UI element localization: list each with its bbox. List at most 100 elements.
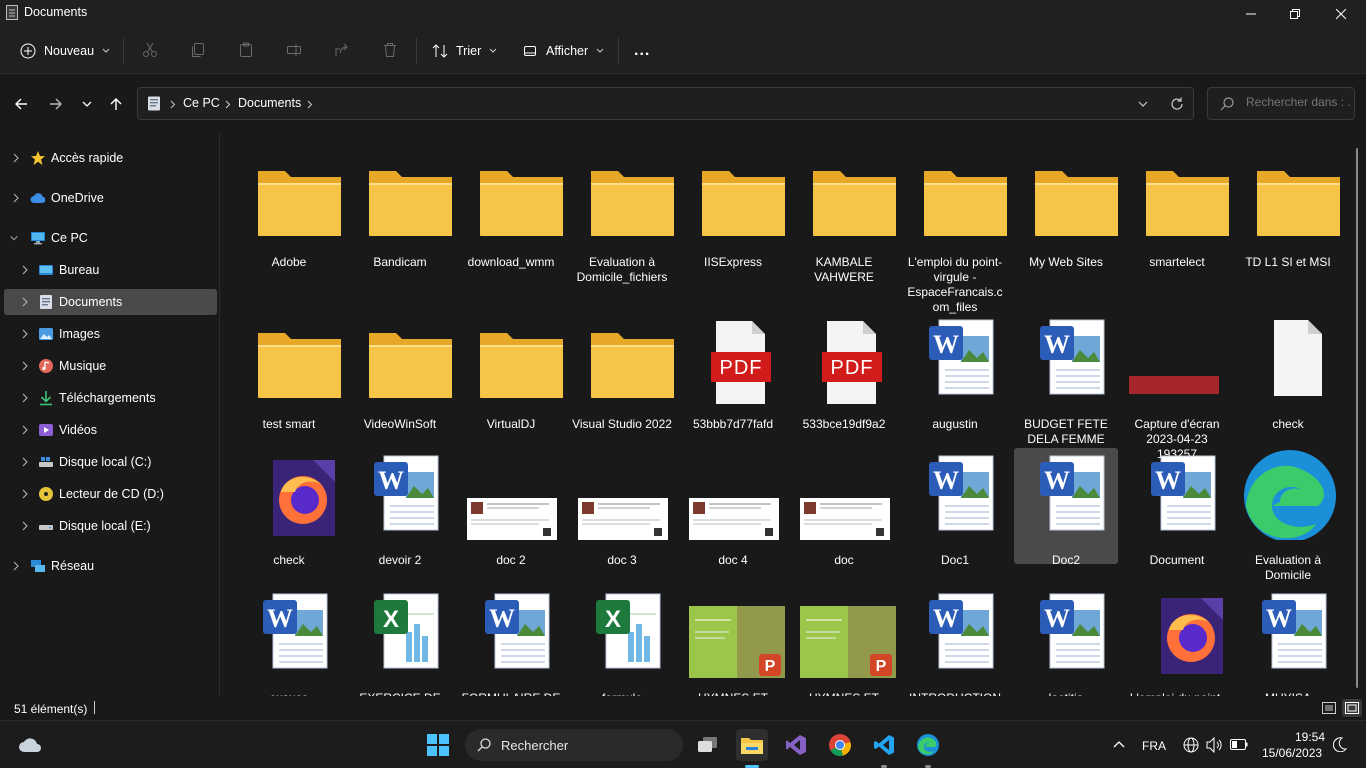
paste-button[interactable] xyxy=(236,40,256,60)
sidebar-item-music[interactable]: Musique xyxy=(4,353,217,379)
file-item[interactable]: Evaluation à Domicile xyxy=(1236,448,1340,582)
file-item[interactable]: check xyxy=(1236,312,1340,431)
file-item[interactable]: XEXERCICE DE BUREAUTIQUE xyxy=(348,586,452,696)
up-button[interactable] xyxy=(105,93,127,115)
file-item[interactable]: check xyxy=(237,448,341,567)
sidebar-item-onedrive[interactable]: OneDrive xyxy=(4,185,217,211)
file-item[interactable]: Capture d'écran 2023-04-23 193257 xyxy=(1125,312,1229,461)
restore-button[interactable] xyxy=(1272,0,1318,28)
file-item[interactable]: L'emploi du point-virgule - EspaceFranca… xyxy=(903,150,1008,314)
file-item[interactable]: W Document xyxy=(1125,448,1229,567)
file-explorer-taskbar-button[interactable] xyxy=(736,729,768,761)
file-item[interactable]: W Doc2 xyxy=(1014,448,1118,567)
file-item[interactable]: VideoWinSoft xyxy=(348,312,453,431)
sidebar-item-videos[interactable]: Vidéos xyxy=(4,417,217,443)
recent-locations-button[interactable] xyxy=(76,93,98,115)
file-item[interactable]: My Web Sites xyxy=(1014,150,1119,269)
file-item[interactable]: KAMBALE VAHWERE xyxy=(792,150,897,284)
sidebar-item-documents[interactable]: Documents xyxy=(4,289,217,315)
file-item[interactable]: W BUDGET FETE DELA FEMME xyxy=(1014,312,1118,446)
language-indicator[interactable]: FRA xyxy=(1142,739,1166,753)
file-item[interactable]: Bandicam xyxy=(348,150,453,269)
file-item[interactable]: VirtualDJ xyxy=(459,312,564,431)
chevron-up-icon[interactable] xyxy=(1113,740,1125,748)
clock-time[interactable]: 19:54 xyxy=(1295,730,1325,744)
new-button[interactable]: Nouveau xyxy=(20,36,110,66)
sidebar-item-downloads[interactable]: Téléchargements xyxy=(4,385,217,411)
sidebar-item-quick-access[interactable]: Accès rapide xyxy=(4,145,217,171)
file-item[interactable]: PHYMNES ET LOUANGES xyxy=(681,586,785,696)
weather-widget[interactable] xyxy=(14,729,46,761)
file-item[interactable]: Wlaetitia xyxy=(1014,586,1118,696)
search-box[interactable] xyxy=(1207,87,1355,120)
breadcrumb-this-pc[interactable]: Ce PC xyxy=(183,96,220,110)
cut-button[interactable] xyxy=(140,40,160,60)
file-item[interactable]: download_wmm xyxy=(459,150,564,269)
share-button[interactable] xyxy=(332,40,352,60)
address-bar[interactable]: Ce PC Documents xyxy=(137,87,1194,120)
file-item[interactable]: Evaluation à Domicile_fichiers xyxy=(570,150,675,284)
task-view-button[interactable] xyxy=(692,729,724,761)
delete-button[interactable] xyxy=(380,40,400,60)
back-button[interactable] xyxy=(10,93,32,115)
refresh-icon[interactable] xyxy=(1170,97,1184,111)
vscode-taskbar-button[interactable] xyxy=(868,729,900,761)
file-item[interactable]: doc 3 xyxy=(570,448,674,567)
minimize-button[interactable] xyxy=(1228,0,1274,28)
svg-text:W: W xyxy=(1266,604,1292,633)
details-view-button[interactable] xyxy=(1319,699,1339,717)
file-item[interactable]: WINTRODUCTION TEC FABRICE xyxy=(903,586,1007,696)
file-item[interactable]: Visual Studio 2022 xyxy=(570,312,675,431)
sidebar-item-cd-drive[interactable]: Lecteur de CD (D:) xyxy=(4,481,217,507)
taskbar-search[interactable]: Rechercher xyxy=(465,729,683,761)
svg-text:X: X xyxy=(605,606,621,633)
search-input[interactable] xyxy=(1246,95,1351,109)
forward-button[interactable] xyxy=(45,93,67,115)
file-item[interactable]: Wexauce xyxy=(237,586,341,696)
notification-moon-icon[interactable] xyxy=(1333,737,1347,752)
sidebar-item-desktop[interactable]: Bureau xyxy=(4,257,217,283)
file-item[interactable]: PDF 53bbb7d77fafd xyxy=(681,312,785,431)
scrollbar[interactable] xyxy=(1356,148,1358,688)
file-item[interactable]: Xformule xyxy=(570,586,674,696)
file-item[interactable]: Wdevoir 2 xyxy=(348,448,452,567)
visual-studio-taskbar-button[interactable] xyxy=(780,729,812,761)
sort-button[interactable]: Trier xyxy=(432,36,497,66)
file-item[interactable]: PDF 533bce19df9a2 xyxy=(792,312,896,431)
sidebar-item-network[interactable]: Réseau xyxy=(4,553,217,579)
globe-icon[interactable] xyxy=(1183,737,1199,753)
chevron-down-icon[interactable] xyxy=(1138,100,1148,108)
start-button[interactable] xyxy=(422,729,454,761)
breadcrumb-documents[interactable]: Documents xyxy=(238,96,301,110)
file-item[interactable]: WMUYISA VAGHENI xyxy=(1236,586,1340,696)
sidebar-item-this-pc[interactable]: Ce PC xyxy=(4,225,217,251)
file-item[interactable]: L'emploi du point-virgule xyxy=(1125,586,1229,696)
battery-icon[interactable] xyxy=(1230,739,1248,750)
file-item[interactable]: Adobe xyxy=(237,150,342,269)
file-item[interactable]: smartelect xyxy=(1125,150,1230,269)
edge-taskbar-button[interactable] xyxy=(912,729,944,761)
clock-date[interactable]: 15/06/2023 xyxy=(1262,746,1322,760)
file-item[interactable]: PHYMNES ET LOUANGES xyxy=(792,586,896,696)
file-item[interactable]: doc 4 xyxy=(681,448,785,567)
file-item[interactable]: doc 2 xyxy=(459,448,563,567)
rename-button[interactable] xyxy=(284,40,304,60)
large-icons-view-button[interactable] xyxy=(1342,699,1362,717)
file-item[interactable]: doc xyxy=(792,448,896,567)
file-item[interactable]: W Doc1 xyxy=(903,448,1007,567)
chrome-taskbar-button[interactable] xyxy=(824,729,856,761)
file-item[interactable]: IISExpress xyxy=(681,150,786,269)
file-item[interactable]: test smart xyxy=(237,312,342,431)
sidebar-item-drive-e[interactable]: Disque local (E:) xyxy=(4,513,217,539)
file-item[interactable]: Waugustin xyxy=(903,312,1007,431)
file-item[interactable]: TD L1 SI et MSI xyxy=(1236,150,1341,269)
copy-button[interactable] xyxy=(188,40,208,60)
sidebar-item-images[interactable]: Images xyxy=(4,321,217,347)
more-options-button[interactable]: ... xyxy=(634,36,650,66)
file-item[interactable]: WFORMULAIRE DE SOUMISSION DE xyxy=(459,586,563,696)
volume-icon[interactable] xyxy=(1206,737,1224,753)
view-button[interactable]: Afficher xyxy=(522,36,604,66)
close-button[interactable] xyxy=(1318,0,1364,28)
sidebar-item-drive-c[interactable]: Disque local (C:) xyxy=(4,449,217,475)
word-document-icon: W xyxy=(237,586,341,678)
